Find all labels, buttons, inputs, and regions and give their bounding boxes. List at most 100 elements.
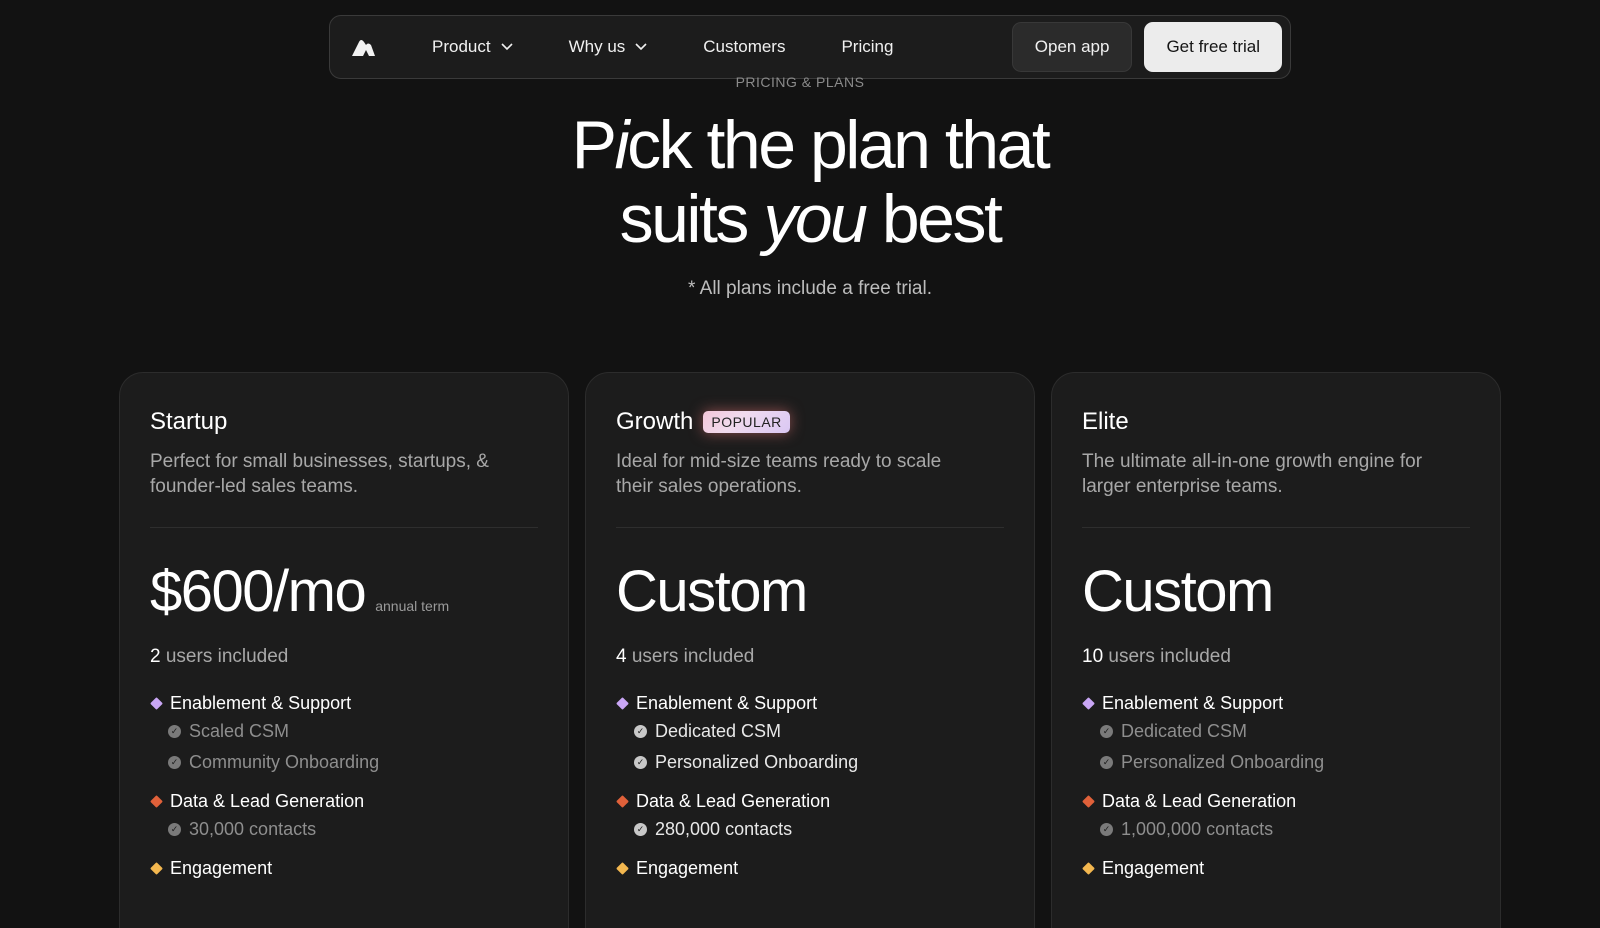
nav-why-us-label: Why us — [568, 37, 626, 56]
plan-price: Custom — [616, 559, 808, 624]
feature-group-engagement: Engagement — [150, 855, 538, 881]
feature-group-enablement: Enablement & Support ✓ Scaled CSM ✓ Communit… — [150, 690, 538, 778]
check-circle-icon: ✓ — [1100, 756, 1113, 769]
plan-description: The ultimate all-in-one growth engine fo… — [1082, 451, 1423, 497]
check-circle-icon: ✓ — [168, 823, 181, 836]
feature-item-label: Dedicated CSM — [1121, 721, 1248, 741]
diamond-icon — [150, 696, 163, 710]
feature-item: ✓ Dedicated CSM — [616, 716, 1004, 747]
price-row: Custom — [616, 558, 1004, 624]
plan-description: Perfect for small businesses, startups, … — [150, 451, 489, 497]
top-nav: Product Why us Customers Pricing Open ap… — [329, 15, 1291, 79]
diamond-icon — [1082, 861, 1095, 875]
diamond-icon — [1082, 794, 1095, 808]
check-circle-icon: ✓ — [634, 725, 647, 738]
free-trial-note: * All plans include a free trial. — [688, 278, 932, 299]
chevron-down-icon — [635, 43, 647, 51]
feature-group-title: Engagement — [636, 857, 739, 878]
feature-item: ✓ Scaled CSM — [150, 716, 538, 747]
feature-group-enablement: Enablement & Support ✓ Dedicated CSM ✓ Perso… — [616, 690, 1004, 778]
feature-group-data: Data & Lead Generation ✓ 1,000,000 contact… — [1082, 788, 1470, 845]
plan-header: Startup — [150, 405, 538, 439]
users-included: 4 users included — [616, 646, 1004, 668]
users-count: 2 — [150, 646, 161, 667]
divider — [616, 527, 1004, 528]
headline-part: P — [571, 107, 617, 183]
open-app-button[interactable]: Open app — [1011, 22, 1133, 72]
diamond-icon — [150, 861, 163, 875]
nav-customers-label: Customers — [703, 37, 786, 56]
feature-group-enablement: Enablement & Support ✓ Dedicated CSM ✓ Perso… — [1082, 690, 1470, 778]
price-row: $600/mo annual term — [150, 558, 538, 624]
headline-part: suits — [619, 181, 764, 257]
plan-name: Growth — [616, 408, 694, 435]
plan-price: Custom — [1082, 559, 1274, 624]
chevron-down-icon — [501, 43, 513, 51]
get-free-trial-button[interactable]: Get free trial — [1144, 22, 1282, 72]
diamond-icon — [150, 794, 163, 808]
users-included: 10 users included — [1082, 646, 1470, 668]
feature-item-label: Personalized Onboarding — [655, 752, 859, 772]
feature-item: ✓ Personalized Onboarding — [1082, 747, 1470, 778]
plan-name: Elite — [1082, 408, 1129, 435]
nav-product-label: Product — [432, 37, 491, 56]
check-circle-icon: ✓ — [1100, 823, 1113, 836]
feature-group-title: Enablement & Support — [636, 692, 818, 713]
plan-card-growth: Growth POPULAR Ideal for mid-size teams re… — [585, 372, 1035, 928]
feature-group-title: Data & Lead Generation — [636, 790, 831, 811]
nav-pricing[interactable]: Pricing — [841, 37, 893, 57]
page-title: Pick the plan that suits you best — [0, 108, 1600, 256]
feature-group-data: Data & Lead Generation ✓ 280,000 contacts — [616, 788, 1004, 845]
feature-item-label: Dedicated CSM — [655, 721, 782, 741]
users-count: 10 — [1082, 646, 1104, 667]
logo-icon — [352, 40, 375, 56]
headline-part: best — [865, 181, 1003, 257]
plan-name: Startup — [150, 408, 228, 435]
check-circle-icon: ✓ — [168, 725, 181, 738]
feature-list: Enablement & Support ✓ Dedicated CSM ✓ Perso… — [616, 690, 1004, 881]
section-eyebrow: PRICING & PLANS — [735, 74, 865, 90]
feature-group-engagement: Engagement — [616, 855, 1004, 881]
feature-item-label: 1,000,000 contacts — [1121, 819, 1274, 839]
divider — [150, 527, 538, 528]
divider — [1082, 527, 1470, 528]
check-circle-icon: ✓ — [634, 823, 647, 836]
price-term: annual term — [375, 598, 450, 614]
nav-pricing-label: Pricing — [841, 37, 894, 56]
nav-product[interactable]: Product — [432, 37, 513, 57]
price-row: Custom — [1082, 558, 1470, 624]
feature-item: ✓ 1,000,000 contacts — [1082, 814, 1470, 845]
plan-description: Ideal for mid-size teams ready to scale … — [616, 451, 942, 497]
headline-part: ck the plan that — [627, 107, 1051, 183]
feature-group-data: Data & Lead Generation ✓ 30,000 contacts — [150, 788, 538, 845]
headline-italic: i — [614, 107, 630, 183]
feature-item: ✓ Personalized Onboarding — [616, 747, 1004, 778]
plan-card-startup: Startup Perfect for small businesses, sta… — [119, 372, 569, 928]
nav-customers[interactable]: Customers — [703, 37, 785, 57]
feature-item: ✓ Community Onboarding — [150, 747, 538, 778]
users-label: users included — [160, 646, 289, 667]
feature-item: ✓ 30,000 contacts — [150, 814, 538, 845]
users-included: 2 users included — [150, 646, 538, 668]
feature-item-label: Personalized Onboarding — [1121, 752, 1325, 772]
feature-group-title: Engagement — [1102, 857, 1205, 878]
check-circle-icon: ✓ — [634, 756, 647, 769]
plan-card-elite: Elite The ultimate all-in-one growth engi… — [1051, 372, 1501, 928]
diamond-icon — [1082, 696, 1095, 710]
feature-list: Enablement & Support ✓ Dedicated CSM ✓ Perso… — [1082, 690, 1470, 881]
brand-logo[interactable] — [350, 36, 376, 58]
diamond-icon — [616, 696, 629, 710]
feature-group-title: Enablement & Support — [170, 692, 352, 713]
feature-item: ✓ 280,000 contacts — [616, 814, 1004, 845]
feature-group-title: Enablement & Support — [1102, 692, 1284, 713]
users-label: users included — [1103, 646, 1231, 667]
feature-item: ✓ Dedicated CSM — [1082, 716, 1470, 747]
feature-list: Enablement & Support ✓ Scaled CSM ✓ Communit… — [150, 690, 538, 881]
pricing-cards: Startup Perfect for small businesses, sta… — [119, 372, 1501, 928]
check-circle-icon: ✓ — [168, 756, 181, 769]
nav-why-us[interactable]: Why us — [569, 37, 648, 57]
feature-item-label: 30,000 contacts — [189, 819, 317, 839]
diamond-icon — [616, 794, 629, 808]
feature-item-label: 280,000 contacts — [655, 819, 793, 839]
users-label: users included — [626, 646, 755, 667]
